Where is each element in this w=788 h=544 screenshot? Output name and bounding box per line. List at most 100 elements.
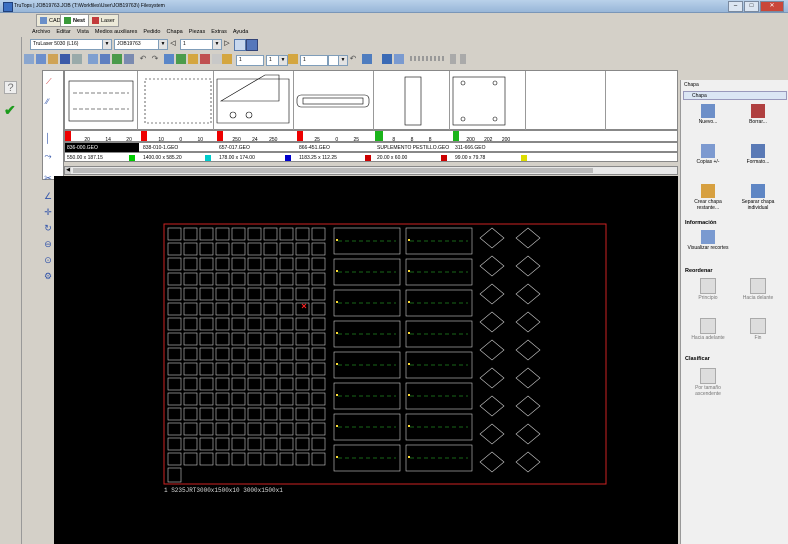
next-sheet-icon[interactable]: ▷ <box>222 39 232 49</box>
nested-part <box>311 317 326 331</box>
chevron-down-icon: ▼ <box>212 40 221 49</box>
scroll-thumb[interactable] <box>73 168 593 173</box>
reorder-start-button[interactable]: Principio <box>685 278 731 301</box>
zoom-icon[interactable] <box>362 54 372 64</box>
rotate-icon[interactable]: ↻ <box>42 222 54 234</box>
sheet-icon[interactable] <box>100 54 110 64</box>
center-icon[interactable]: ⊙ <box>42 254 54 266</box>
nested-part <box>247 227 262 241</box>
arrange-icon[interactable] <box>212 54 222 64</box>
checkmark-icon[interactable]: ✔ <box>4 103 18 117</box>
close-button[interactable]: ✕ <box>760 1 784 12</box>
rotate-icon[interactable] <box>222 54 232 64</box>
folder-icon[interactable] <box>48 54 58 64</box>
reset-icon[interactable]: ⊖ <box>42 238 54 250</box>
reorder-forward-button[interactable]: Hacia delante <box>735 278 781 301</box>
menu-editar[interactable]: Editar <box>56 29 70 35</box>
show-remnants-button[interactable]: Visualizar recortes <box>685 230 731 251</box>
part-marker <box>336 394 338 396</box>
menu-medios[interactable]: Medios auxiliares <box>95 29 138 35</box>
bend-icon[interactable]: ⤳ <box>42 150 54 162</box>
panel-tab-chapa[interactable]: Chapa <box>683 91 787 100</box>
cut-icon[interactable]: ✂ <box>42 172 54 184</box>
tab-label: CAD <box>49 17 61 24</box>
section-classify: Clasificar <box>685 356 710 362</box>
help-icon[interactable]: ? <box>4 81 17 94</box>
sequence-icon[interactable] <box>410 56 444 61</box>
job-value: JOB19763 <box>117 41 141 47</box>
pointer-icon[interactable]: │ <box>42 132 54 144</box>
reorder-end-button[interactable]: Fin <box>735 318 781 341</box>
nested-part <box>215 362 230 376</box>
nested-part <box>279 362 294 376</box>
menu-chapa[interactable]: Chapa <box>167 29 183 35</box>
part-marker <box>408 332 410 334</box>
separate-sheet-button[interactable]: Separar chapa individual <box>735 184 781 211</box>
save-icon[interactable] <box>60 54 70 64</box>
sheet-list-icon[interactable] <box>234 39 246 51</box>
angle-icon[interactable]: ∠ <box>42 190 54 202</box>
new-sheet-button[interactable]: Nuevo... <box>685 104 731 125</box>
settings-icon[interactable]: ⚙ <box>42 270 54 282</box>
mirror-icon[interactable] <box>288 54 298 64</box>
nest-icon[interactable] <box>24 54 34 64</box>
autonest-icon[interactable] <box>164 54 174 64</box>
open-icon[interactable] <box>36 54 46 64</box>
nested-part <box>311 257 326 271</box>
bar-icon[interactable] <box>450 54 456 64</box>
settings-icon[interactable] <box>72 54 82 64</box>
sheet-drawing <box>163 223 607 485</box>
machine-select[interactable]: TruLaser 5030 (L16) ▼ <box>30 39 112 50</box>
create-remnant-button[interactable]: Crear chapa restante... <box>685 184 731 211</box>
part-marker <box>336 332 338 334</box>
field-d-select[interactable]: ▼ <box>328 55 348 66</box>
menu-ayuda[interactable]: Ayuda <box>233 29 249 35</box>
table-icon[interactable] <box>124 54 134 64</box>
nest-canvas[interactable]: 1 S235JRT3000x1500x10 3000x1500x1 <box>54 176 678 544</box>
sheet-add-icon[interactable] <box>112 54 122 64</box>
nested-part <box>215 407 230 421</box>
bar2-icon[interactable] <box>460 54 466 64</box>
button-label: Nuevo... <box>698 119 718 125</box>
menu-extras[interactable]: Extras <box>211 29 227 35</box>
delete-sheet-button[interactable]: Borrar... <box>735 104 781 125</box>
button-label: Hacia delante <box>742 295 774 301</box>
nested-part-diagonal <box>479 311 505 333</box>
copies-button[interactable]: Copias +/- <box>685 144 731 165</box>
reorder-backward-button[interactable]: Hacia adelante <box>685 318 731 341</box>
undo-icon[interactable]: ↶ <box>138 54 148 64</box>
menu-piezas[interactable]: Piezas <box>189 29 206 35</box>
measure-icon[interactable] <box>200 54 210 64</box>
parallel-icon[interactable]: ∕∕ <box>46 97 49 106</box>
maximize-button[interactable]: □ <box>744 1 759 12</box>
prev-sheet-icon[interactable]: ◁ <box>168 39 178 49</box>
nested-part <box>295 452 310 466</box>
move-cross-icon[interactable]: ✛ <box>42 206 54 218</box>
job-select[interactable]: JOB19763 ▼ <box>114 39 168 50</box>
minimize-button[interactable]: – <box>728 1 743 12</box>
redo-icon[interactable]: ↷ <box>150 54 160 64</box>
field-b-select[interactable]: 1 ▼ <box>266 55 288 66</box>
draw-icon[interactable]: ⟋ <box>46 77 52 87</box>
menu-archivo[interactable]: Archivo <box>32 29 50 35</box>
sheet-select[interactable]: 1 ▼ <box>180 39 222 50</box>
format-button[interactable]: Formato... <box>735 144 781 165</box>
nested-part <box>231 332 246 346</box>
sheet-grid-icon[interactable] <box>246 39 258 51</box>
field-a-input[interactable]: 1 <box>236 55 264 66</box>
part-marker <box>408 394 410 396</box>
graphic-icon[interactable] <box>382 54 392 64</box>
move-icon[interactable] <box>188 54 198 64</box>
menu-vista[interactable]: Vista <box>77 29 89 35</box>
nested-part <box>295 287 310 301</box>
manual-nest-icon[interactable] <box>176 54 186 64</box>
parts-icon[interactable] <box>88 54 98 64</box>
sort-by-size-button[interactable]: Por tamaño ascendente <box>685 368 731 397</box>
field-c-input[interactable]: 1 <box>300 55 328 66</box>
parts-scrollbar[interactable]: ◀ <box>64 166 678 175</box>
menu-pedido[interactable]: Pedido <box>143 29 160 35</box>
section-reorder: Reordenar <box>685 268 713 274</box>
sim-icon[interactable] <box>394 54 404 64</box>
undo-move-icon[interactable]: ↶ <box>348 54 358 64</box>
scroll-left-icon[interactable]: ◀ <box>65 167 71 174</box>
